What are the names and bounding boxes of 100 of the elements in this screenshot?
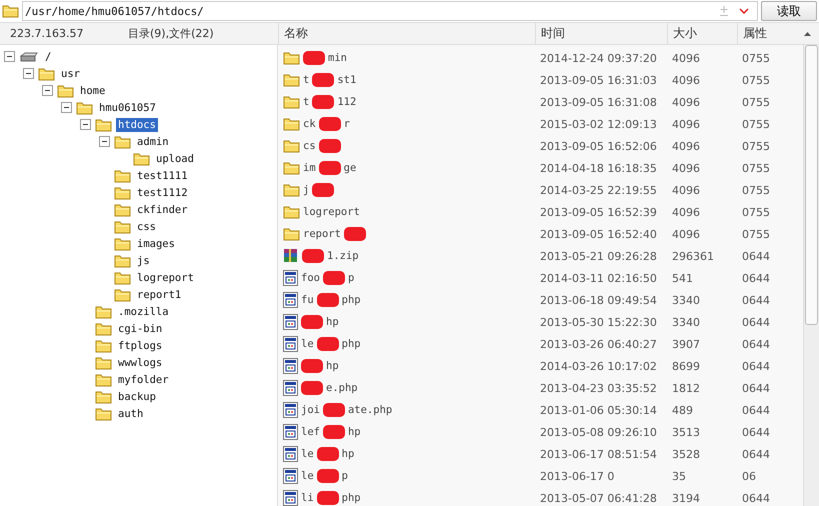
folder-icon <box>76 100 93 114</box>
file-name[interactable]: joi <box>301 404 320 416</box>
folder-icon <box>283 227 300 241</box>
column-header[interactable]: 大小 <box>667 23 737 44</box>
read-button[interactable]: 读取 <box>761 1 817 21</box>
dropdown-caret-icon[interactable] <box>739 8 749 14</box>
scroll-thumb[interactable] <box>805 45 818 325</box>
file-name[interactable]: php <box>342 294 361 306</box>
scrollbar[interactable] <box>803 45 819 506</box>
file-name[interactable]: hp <box>342 448 354 460</box>
file-name[interactable]: ge <box>344 162 356 174</box>
tree-item[interactable]: / <box>43 50 54 64</box>
column-header[interactable]: 名称 <box>278 23 535 44</box>
tree-item[interactable]: backup <box>116 390 158 404</box>
file-name[interactable]: le <box>301 448 314 460</box>
file-size: 541 <box>671 272 694 284</box>
file-name[interactable]: e.php <box>326 382 358 394</box>
script-file-icon <box>283 468 298 484</box>
file-size: 3513 <box>671 426 701 438</box>
file-name[interactable]: le <box>301 338 314 350</box>
tree-item[interactable]: ftplogs <box>116 338 164 352</box>
tree-item[interactable]: htdocs <box>116 118 158 132</box>
script-file-icon <box>283 424 298 440</box>
file-name[interactable]: min <box>328 52 347 64</box>
tree-item[interactable]: usr <box>59 66 82 80</box>
file-name[interactable]: php <box>342 492 361 504</box>
column-header[interactable]: 时间 <box>535 23 667 44</box>
file-name[interactable]: r <box>344 118 350 130</box>
file-name[interactable]: p <box>348 272 354 284</box>
file-name[interactable]: hp <box>326 360 339 372</box>
permissions: 0644 <box>741 360 771 372</box>
file-name[interactable]: hp <box>348 426 361 438</box>
folder-icon <box>114 202 131 216</box>
file-size: 1812 <box>671 382 701 394</box>
file-size: 4096 <box>671 52 701 64</box>
tree-item[interactable]: upload <box>154 152 196 166</box>
tree-item[interactable]: css <box>135 220 158 234</box>
tree-item[interactable]: auth <box>116 406 146 420</box>
column-header[interactable]: 属性 <box>737 23 800 44</box>
folder-icon <box>95 390 112 404</box>
collapse-toggle[interactable] <box>4 51 15 62</box>
file-name[interactable]: php <box>342 338 361 350</box>
tree-item[interactable]: cgi-bin <box>116 322 164 336</box>
tree-item[interactable]: images <box>135 236 177 250</box>
tree-item[interactable]: hmu061057 <box>97 100 158 114</box>
tree-item[interactable]: myfolder <box>116 372 171 386</box>
file-name[interactable]: report <box>303 228 341 240</box>
tree-item[interactable]: ckfinder <box>135 202 190 216</box>
file-size: 8699 <box>671 360 701 372</box>
permissions: 0644 <box>741 382 771 394</box>
file-name[interactable]: j <box>303 184 310 196</box>
file-name[interactable]: hp <box>326 316 339 328</box>
scroll-up-arrow-icon[interactable] <box>804 32 811 36</box>
collapse-toggle[interactable] <box>99 136 110 147</box>
tree-item[interactable]: test1111 <box>135 168 190 182</box>
file-name[interactable]: lef <box>301 426 320 438</box>
folder-icon <box>133 152 150 166</box>
file-name[interactable]: st1 <box>337 74 356 86</box>
script-file-icon <box>283 380 298 396</box>
folder-icon <box>95 372 112 386</box>
collapse-toggle[interactable] <box>23 68 34 79</box>
tree-item[interactable]: .mozilla <box>116 304 171 318</box>
folder-icon <box>283 95 300 109</box>
tree-item[interactable]: report1 <box>135 288 184 302</box>
folder-icon <box>114 254 131 268</box>
file-name[interactable]: im <box>303 162 316 174</box>
file-name[interactable]: ate.php <box>348 404 392 416</box>
tree-item[interactable]: js <box>135 254 152 268</box>
modified-time: 2014-03-25 22:19:55 <box>539 184 658 196</box>
modified-time: 2014-04-18 16:18:35 <box>539 162 658 174</box>
file-name[interactable]: li <box>301 492 314 504</box>
path-field[interactable]: /usr/home/hmu061057/htdocs/ <box>22 1 758 21</box>
collapse-toggle[interactable] <box>80 119 91 130</box>
folder-icon <box>283 183 300 197</box>
file-name[interactable]: t <box>303 74 310 86</box>
collapse-toggle[interactable] <box>42 85 53 96</box>
file-name[interactable]: logreport <box>303 206 360 218</box>
folder-icon <box>114 168 131 182</box>
tree-item[interactable]: wwwlogs <box>116 356 164 370</box>
modified-time: 2013-03-26 06:40:27 <box>539 338 658 350</box>
file-size: 4096 <box>671 184 701 196</box>
file-name[interactable]: 1.zip <box>327 250 359 262</box>
file-name[interactable]: fu <box>301 294 314 306</box>
file-name[interactable]: foo <box>301 272 320 284</box>
permissions: 06 <box>741 470 757 482</box>
file-name[interactable]: cs <box>303 140 316 152</box>
folder-icon <box>95 118 112 132</box>
tree-item[interactable]: test1112 <box>135 186 190 200</box>
collapse-toggle[interactable] <box>61 102 72 113</box>
tree-item[interactable]: logreport <box>135 270 196 284</box>
folder-icon <box>283 205 300 219</box>
file-name[interactable]: ck <box>303 118 316 130</box>
tree-item[interactable]: admin <box>135 134 171 148</box>
file-name[interactable]: 112 <box>337 96 356 108</box>
file-name[interactable]: t <box>303 96 310 108</box>
tree-item[interactable]: home <box>78 84 108 98</box>
modified-time: 2013-09-05 16:31:08 <box>539 96 658 108</box>
file-name[interactable]: le <box>301 470 314 482</box>
modified-time: 2013-05-08 09:26:10 <box>539 426 658 438</box>
file-name[interactable]: p <box>342 470 348 482</box>
